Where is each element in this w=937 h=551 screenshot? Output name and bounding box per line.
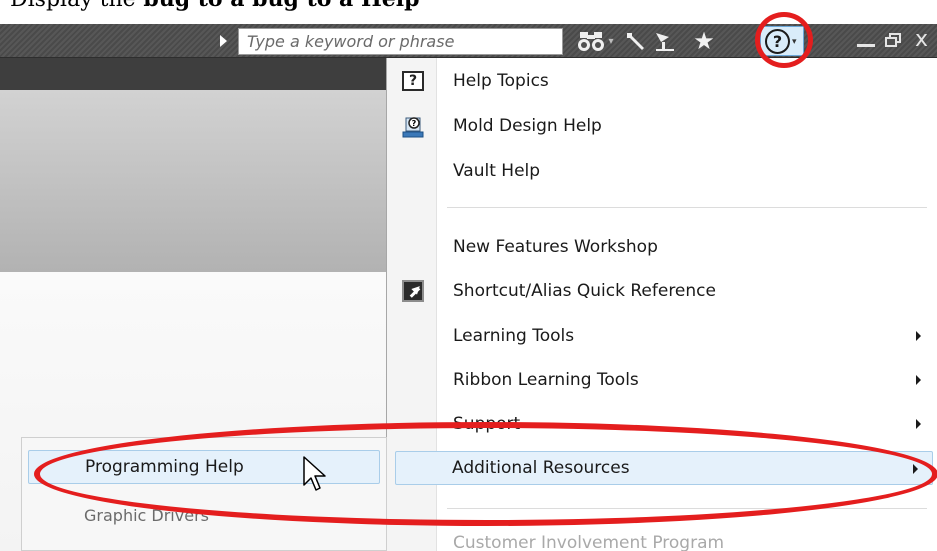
search-box[interactable]	[238, 28, 563, 55]
menu-item-label: Ribbon Learning Tools	[453, 370, 639, 390]
wrench-icon[interactable]	[622, 29, 650, 53]
menu-item-label: New Features Workshop	[453, 237, 658, 257]
menu-item-vault-help[interactable]: Vault Help	[397, 154, 935, 188]
menu-item-label: Shortcut/Alias Quick Reference	[453, 281, 716, 301]
search-input[interactable]	[239, 29, 562, 54]
search-options-dropdown-icon[interactable]: ▾	[605, 29, 617, 53]
menu-item-label: Mold Design Help	[453, 116, 602, 136]
canvas-panel	[0, 90, 386, 272]
menu-item-label: Customer Involvement Program	[453, 533, 725, 551]
satellite-icon[interactable]	[652, 29, 678, 53]
menu-item-shortcut-reference[interactable]: Shortcut/Alias Quick Reference	[397, 274, 935, 308]
binoculars-icon[interactable]	[577, 29, 605, 53]
svg-text:?: ?	[412, 119, 417, 128]
caption-prefix: Display the	[10, 0, 136, 12]
menu-item-label: Vault Help	[453, 161, 541, 181]
close-icon[interactable]: x	[915, 27, 928, 52]
menu-item-mold-design-help[interactable]: ? Mold Design Help	[397, 109, 935, 143]
menu-item-learning-tools[interactable]: Learning Tools	[397, 319, 935, 353]
star-icon[interactable]: ★	[690, 27, 718, 55]
menu-item-help-topics[interactable]: ? Help Topics	[397, 64, 935, 98]
ribbon-strip	[0, 58, 386, 90]
menu-item-label: Learning Tools	[453, 326, 575, 346]
submenu-arrow-icon	[916, 375, 921, 385]
restore-icon[interactable]	[885, 33, 901, 47]
search-expand-icon[interactable]	[220, 35, 227, 47]
submenu-arrow-icon	[916, 331, 921, 341]
help-topics-icon: ?	[399, 69, 427, 93]
annotation-circle-help-button	[755, 12, 813, 68]
menu-item-new-features-workshop[interactable]: New Features Workshop	[397, 230, 935, 264]
menu-item-ribbon-learning-tools[interactable]: Ribbon Learning Tools	[397, 363, 935, 397]
annotation-ellipse-additional-resources	[34, 422, 937, 526]
menu-separator	[447, 207, 927, 208]
submenu-arrow-icon	[916, 419, 921, 429]
menu-item-label: Help Topics	[453, 71, 549, 91]
minimize-icon[interactable]	[857, 44, 875, 47]
shortcut-icon	[399, 279, 427, 303]
document-caption: Display the bug to a bug to a Help	[10, 0, 420, 12]
mold-design-icon: ?	[399, 114, 427, 138]
caption-text: bug to a bug to a Help	[136, 0, 419, 12]
menu-item-customer-involvement: Customer Involvement Program	[397, 526, 935, 551]
